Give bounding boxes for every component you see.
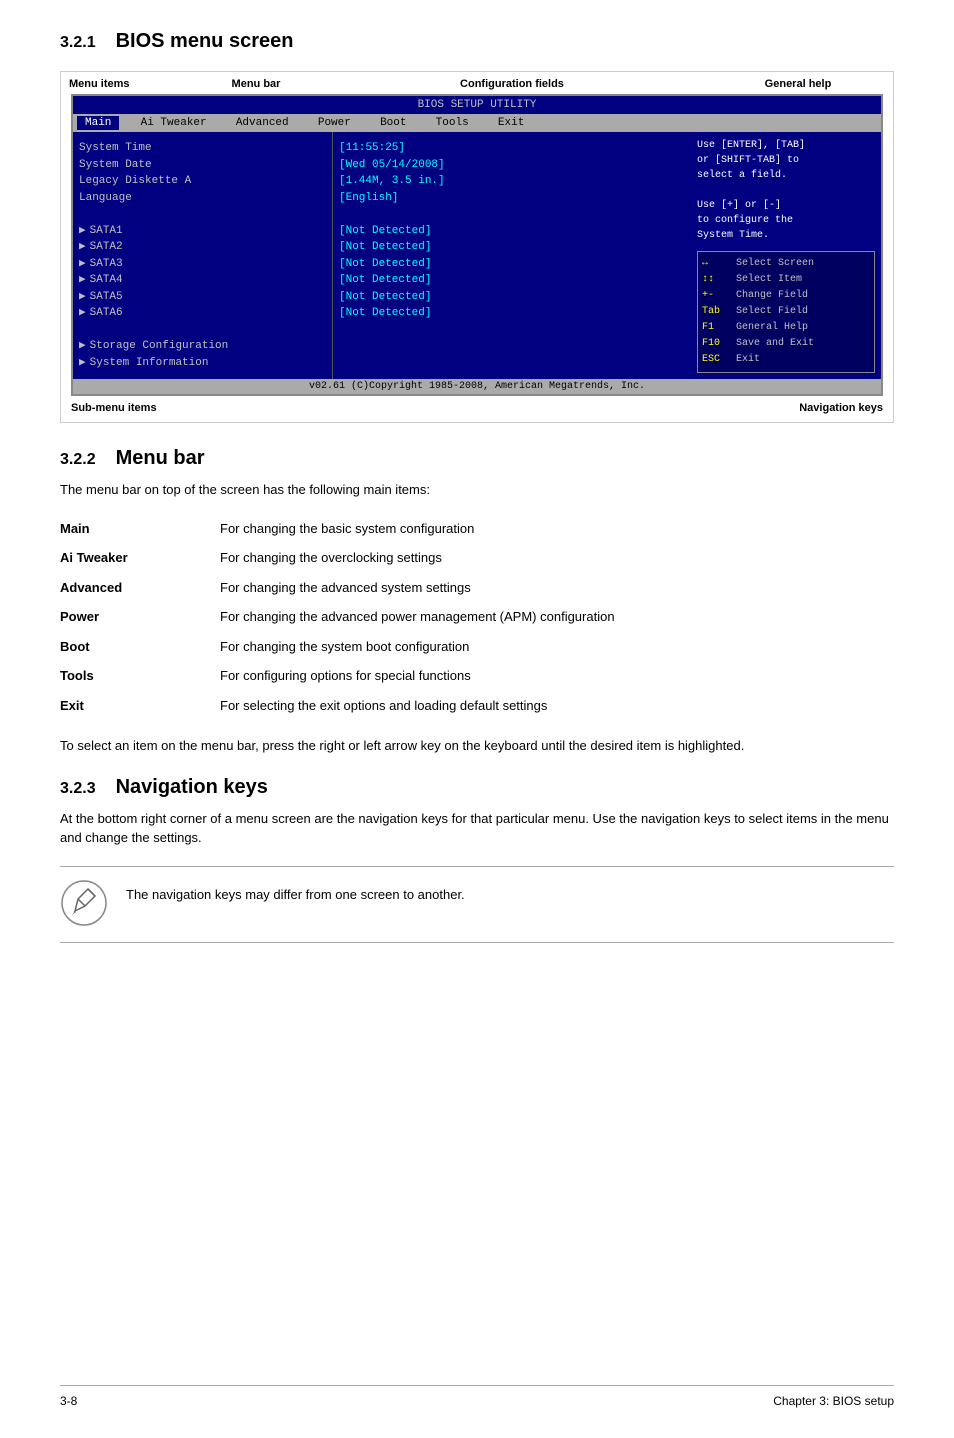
bios-menu-tools[interactable]: Tools — [414, 116, 489, 130]
bios-sata5: ▶ SATA5 — [79, 289, 326, 306]
menu-item-boot-name: Boot — [60, 632, 220, 662]
section-322-nav-note: To select an item on the menu bar, press… — [60, 736, 894, 756]
menu-item-power-name: Power — [60, 602, 220, 632]
bios-screen: BIOS SETUP UTILITY Main Ai Tweaker Advan… — [71, 94, 883, 396]
bios-system-info: ▶ System Information — [79, 355, 326, 372]
menu-item-advanced-name: Advanced — [60, 573, 220, 603]
bios-val-sata5: [Not Detected] — [339, 289, 685, 306]
bios-menu-main[interactable]: Main — [77, 116, 119, 130]
menu-item-boot-desc: For changing the system boot configurati… — [220, 632, 894, 662]
bios-sata4: ▶ SATA4 — [79, 272, 326, 289]
page-number: 3-8 — [60, 1394, 77, 1408]
section-321-heading: 3.2.1 BIOS menu screen — [60, 30, 894, 53]
bios-diagram: Menu items Menu bar Configuration fields… — [60, 71, 894, 423]
menu-item-ai-tweaker-name: Ai Tweaker — [60, 543, 220, 573]
note-icon — [60, 879, 110, 930]
bios-sata3: ▶ SATA3 — [79, 256, 326, 273]
bios-right-panel: Use [ENTER], [TAB] or [SHIFT-TAB] to sel… — [691, 132, 881, 379]
label-sub-menu-items: Sub-menu items — [71, 402, 157, 414]
section-323: 3.2.3 Navigation keys At the bottom righ… — [60, 776, 894, 943]
bios-val-date: [Wed 05/14/2008] — [339, 157, 685, 174]
labels-row-bottom: Sub-menu items Navigation keys — [61, 396, 893, 422]
bios-val-time: [11:55:25] — [339, 140, 685, 157]
bios-language: Language — [79, 190, 326, 207]
bios-nav-keys: ↔Select Screen ↕↕Select Item +-Change Fi… — [697, 251, 875, 373]
bios-menu-ai-tweaker[interactable]: Ai Tweaker — [119, 116, 227, 130]
bios-val-diskette: [1.44M, 3.5 in.] — [339, 173, 685, 190]
menu-item-ai-tweaker: Ai Tweaker For changing the overclocking… — [60, 543, 894, 573]
bios-val-sata2: [Not Detected] — [339, 239, 685, 256]
menu-item-main-name: Main — [60, 514, 220, 544]
bios-left-panel: System Time System Date Legacy Diskette … — [73, 132, 333, 379]
bios-system-date: System Date — [79, 157, 326, 174]
bios-val-language: [English] — [339, 190, 685, 207]
menu-item-power-desc: For changing the advanced power manageme… — [220, 602, 894, 632]
menu-item-boot: Boot For changing the system boot config… — [60, 632, 894, 662]
bios-title-bar: BIOS SETUP UTILITY — [73, 96, 881, 114]
bios-help-text: Use [ENTER], [TAB] or [SHIFT-TAB] to sel… — [697, 138, 875, 243]
section-322: 3.2.2 Menu bar The menu bar on top of th… — [60, 447, 894, 756]
bios-sata2: ▶ SATA2 — [79, 239, 326, 256]
menu-item-ai-tweaker-desc: For changing the overclocking settings — [220, 543, 894, 573]
bios-val-sata4: [Not Detected] — [339, 272, 685, 289]
section-321-title: BIOS menu screen — [116, 30, 294, 53]
menu-item-main: Main For changing the basic system confi… — [60, 514, 894, 544]
menu-item-tools-name: Tools — [60, 661, 220, 691]
bios-menu-boot[interactable]: Boot — [372, 116, 414, 130]
section-323-heading: 3.2.3 Navigation keys — [60, 776, 894, 799]
chapter-title: Chapter 3: BIOS setup — [773, 1394, 894, 1408]
section-322-intro: The menu bar on top of the screen has th… — [60, 480, 894, 500]
section-323-desc: At the bottom right corner of a menu scr… — [60, 809, 894, 848]
label-menu-bar: Menu bar — [191, 78, 321, 90]
bios-menu-bar: Main Ai Tweaker Advanced Power Boot Tool… — [73, 114, 881, 132]
bios-sata1: ▶ SATA1 — [79, 223, 326, 240]
bios-val-sata3: [Not Detected] — [339, 256, 685, 273]
menu-item-exit-name: Exit — [60, 691, 220, 721]
menu-item-advanced-desc: For changing the advanced system setting… — [220, 573, 894, 603]
bios-menu-exit[interactable]: Exit — [490, 116, 532, 130]
section-321-number: 3.2.1 — [60, 34, 96, 52]
bios-legacy-diskette: Legacy Diskette A — [79, 173, 326, 190]
bios-menu-advanced[interactable]: Advanced — [228, 116, 297, 130]
menu-item-tools: Tools For configuring options for specia… — [60, 661, 894, 691]
bios-system-time: System Time — [79, 140, 326, 157]
bios-footer: v02.61 (C)Copyright 1985-2008, American … — [73, 379, 881, 394]
menu-items-table: Main For changing the basic system confi… — [60, 514, 894, 721]
menu-item-main-desc: For changing the basic system configurat… — [220, 514, 894, 544]
labels-row-top: Menu items Menu bar Configuration fields… — [61, 72, 893, 94]
label-menu-items: Menu items — [61, 78, 191, 90]
bios-menu-power[interactable]: Power — [297, 116, 372, 130]
label-navigation-keys: Navigation keys — [799, 402, 883, 414]
bios-val-sata1: [Not Detected] — [339, 223, 685, 240]
section-322-heading: 3.2.2 Menu bar — [60, 447, 894, 470]
menu-item-exit-desc: For selecting the exit options and loadi… — [220, 691, 894, 721]
section-323-number: 3.2.3 — [60, 780, 96, 798]
section-322-title: Menu bar — [116, 447, 205, 470]
menu-item-advanced: Advanced For changing the advanced syste… — [60, 573, 894, 603]
section-323-title: Navigation keys — [116, 776, 268, 799]
pencil-icon — [60, 879, 108, 927]
bios-sata6: ▶ SATA6 — [79, 305, 326, 322]
bios-storage-config: ▶ Storage Configuration — [79, 338, 326, 355]
note-box: The navigation keys may differ from one … — [60, 866, 894, 943]
bios-val-sata6: [Not Detected] — [339, 305, 685, 322]
note-text: The navigation keys may differ from one … — [126, 879, 465, 905]
section-322-number: 3.2.2 — [60, 451, 96, 469]
menu-item-power: Power For changing the advanced power ma… — [60, 602, 894, 632]
bios-body: System Time System Date Legacy Diskette … — [73, 132, 881, 379]
bios-center-panel: [11:55:25] [Wed 05/14/2008] [1.44M, 3.5 … — [333, 132, 691, 379]
label-config-fields: Configuration fields — [321, 78, 703, 90]
menu-item-exit: Exit For selecting the exit options and … — [60, 691, 894, 721]
menu-item-tools-desc: For configuring options for special func… — [220, 661, 894, 691]
page-footer: 3-8 Chapter 3: BIOS setup — [60, 1385, 894, 1408]
label-general-help: General help — [703, 78, 893, 90]
